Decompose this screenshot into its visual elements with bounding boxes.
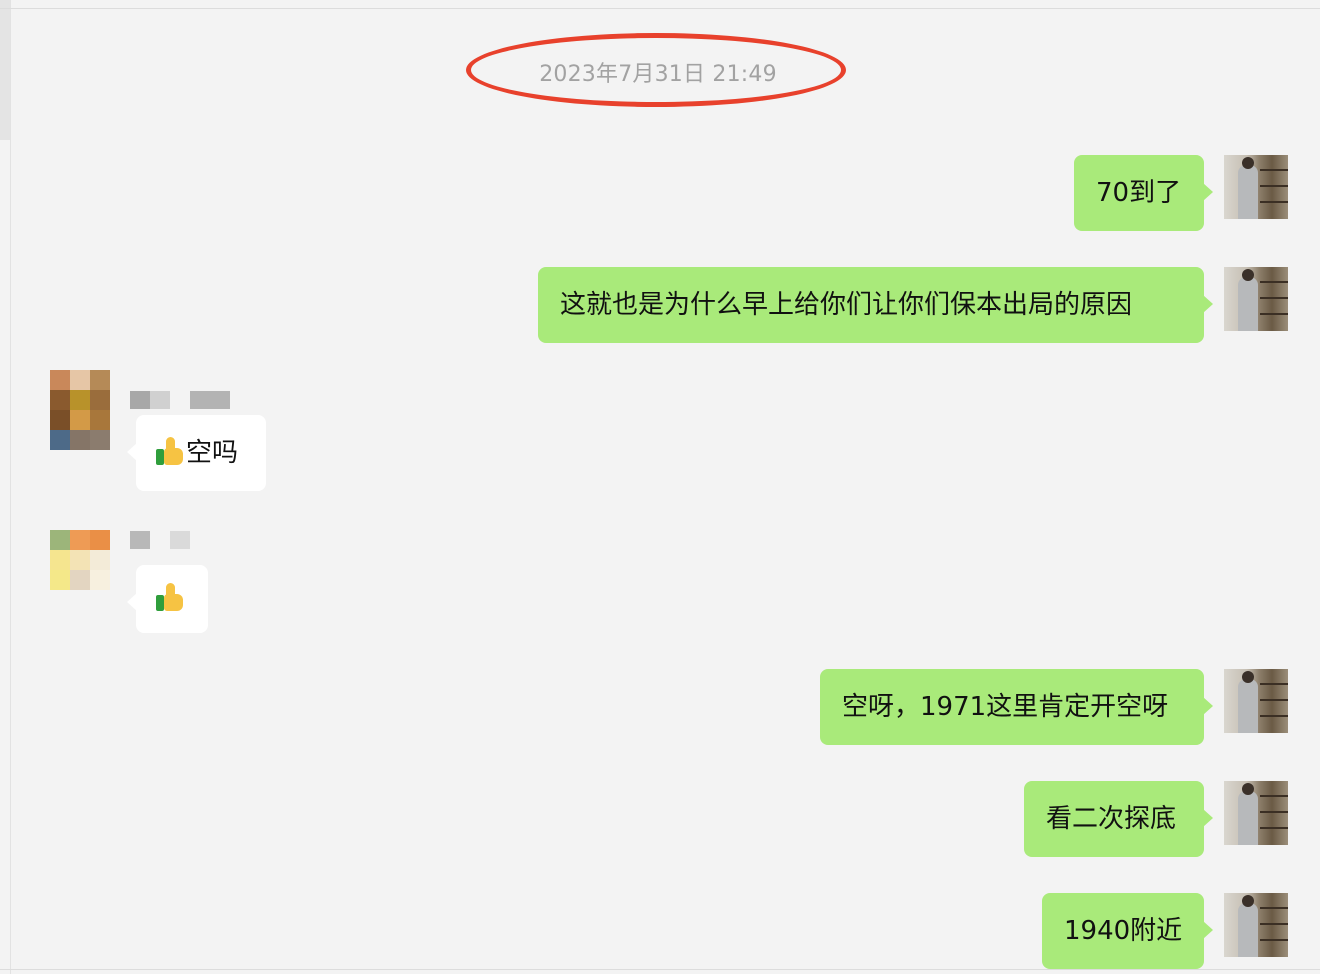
sender-name-blurred (190, 391, 230, 409)
thumbs-up-icon (156, 583, 184, 611)
message-text: 70到了 (1096, 178, 1182, 208)
message-text: 空吗 (186, 438, 239, 468)
message-bubble-outgoing[interactable]: 这就也是为什么早上给你们让你们保本出局的原因 (538, 267, 1213, 343)
sender-name-blurred (130, 531, 150, 549)
scrollbar[interactable] (0, 0, 10, 140)
avatar[interactable] (50, 370, 110, 450)
sender-name-blurred (170, 531, 190, 549)
message-bubble-outgoing[interactable]: 70到了 (1074, 155, 1213, 231)
message-bubble-outgoing[interactable]: 空呀，1971这里肯定开空呀 (820, 669, 1213, 745)
avatar[interactable] (1224, 781, 1288, 845)
avatar[interactable] (1224, 267, 1288, 331)
divider (0, 969, 1320, 970)
message-bubble-incoming[interactable]: 空吗 (127, 415, 266, 491)
avatar[interactable] (1224, 669, 1288, 733)
sender-name-blurred (130, 391, 170, 409)
divider (10, 0, 11, 974)
message-bubble-outgoing[interactable]: 看二次探底 (1024, 781, 1213, 857)
avatar[interactable] (50, 530, 110, 590)
message-text: 这就也是为什么早上给你们让你们保本出局的原因 (560, 290, 1133, 320)
message-bubble-outgoing[interactable]: 1940附近 (1042, 893, 1213, 969)
red-highlight-circle (466, 33, 846, 107)
divider (0, 8, 1320, 9)
message-text: 空呀，1971这里肯定开空呀 (842, 692, 1169, 722)
message-bubble-incoming[interactable] (127, 565, 208, 633)
thumbs-up-icon (156, 437, 184, 465)
avatar[interactable] (1224, 155, 1288, 219)
message-text: 1940附近 (1064, 916, 1183, 946)
message-text: 看二次探底 (1046, 804, 1177, 834)
avatar[interactable] (1224, 893, 1288, 957)
